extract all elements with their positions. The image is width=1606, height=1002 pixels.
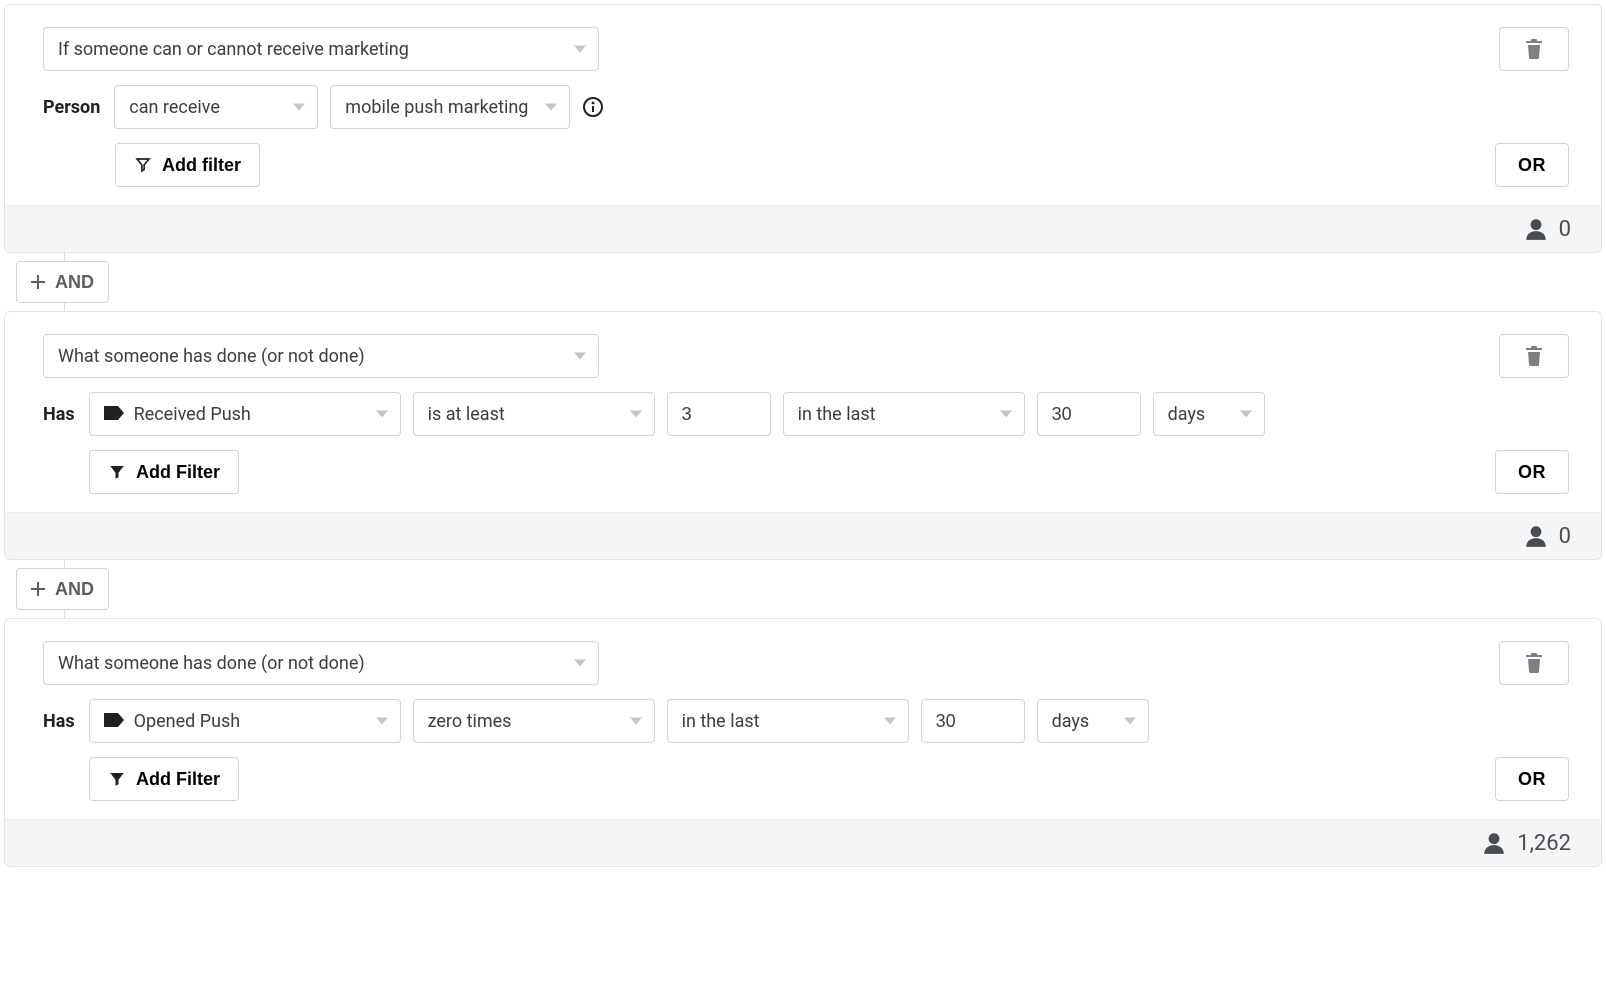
event-label: Opened Push <box>134 711 241 732</box>
segment-body: What someone has done (or not done) Has … <box>5 619 1601 819</box>
chevron-down-icon <box>376 718 388 725</box>
segment-body: What someone has done (or not done) Has … <box>5 312 1601 512</box>
plus-icon <box>31 275 45 289</box>
time-value-input[interactable] <box>921 699 1025 743</box>
and-label: AND <box>55 272 94 293</box>
channel-select[interactable]: mobile push marketing <box>330 85 570 129</box>
tag-icon <box>104 404 124 425</box>
or-label: OR <box>1518 155 1546 176</box>
person-count-icon <box>1523 216 1549 242</box>
delete-button[interactable] <box>1499 641 1569 685</box>
or-button[interactable]: OR <box>1495 143 1569 187</box>
condition-type-select[interactable]: If someone can or cannot receive marketi… <box>43 27 599 71</box>
segment-count: 0 <box>1559 217 1571 242</box>
or-button[interactable]: OR <box>1495 757 1569 801</box>
chevron-down-icon <box>293 104 305 111</box>
add-filter-label: Add Filter <box>136 769 220 790</box>
can-receive-select[interactable]: can receive <box>114 85 318 129</box>
add-filter-button[interactable]: Add filter <box>115 143 260 187</box>
segment-footer: 0 <box>5 205 1601 252</box>
time-unit-label: days <box>1168 404 1206 425</box>
chevron-down-icon <box>1240 411 1252 418</box>
chevron-down-icon <box>574 660 586 667</box>
trash-icon <box>1525 39 1543 59</box>
comparator-select[interactable]: zero times <box>413 699 655 743</box>
segment-block-3: What someone has done (or not done) Has … <box>4 618 1602 867</box>
segment-body: If someone can or cannot receive marketi… <box>5 5 1601 205</box>
tag-icon <box>104 711 124 732</box>
add-filter-button[interactable]: Add Filter <box>89 757 239 801</box>
chevron-down-icon <box>574 46 586 53</box>
or-button[interactable]: OR <box>1495 450 1569 494</box>
and-button[interactable]: AND <box>16 568 109 610</box>
has-label: Has <box>43 404 75 425</box>
condition-type-label: What someone has done (or not done) <box>58 653 365 674</box>
channel-label: mobile push marketing <box>345 97 528 118</box>
delete-button[interactable] <box>1499 334 1569 378</box>
timeframe-label: in the last <box>682 711 760 732</box>
and-connector: AND <box>4 560 1602 618</box>
time-unit-select[interactable]: days <box>1037 699 1149 743</box>
time-unit-select[interactable]: days <box>1153 392 1265 436</box>
add-filter-label: Add Filter <box>136 462 220 483</box>
filter-icon <box>108 770 126 788</box>
segment-block-2: What someone has done (or not done) Has … <box>4 311 1602 560</box>
condition-type-select[interactable]: What someone has done (or not done) <box>43 334 599 378</box>
condition-type-select[interactable]: What someone has done (or not done) <box>43 641 599 685</box>
event-select[interactable]: Opened Push <box>89 699 401 743</box>
chevron-down-icon <box>545 104 557 111</box>
chevron-down-icon <box>1124 718 1136 725</box>
delete-button[interactable] <box>1499 27 1569 71</box>
filter-icon <box>108 463 126 481</box>
segment-block-1: If someone can or cannot receive marketi… <box>4 4 1602 253</box>
chevron-down-icon <box>1000 411 1012 418</box>
trash-icon <box>1525 653 1543 673</box>
or-label: OR <box>1518 769 1546 790</box>
person-count-icon <box>1523 523 1549 549</box>
count-input[interactable] <box>667 392 771 436</box>
and-button[interactable]: AND <box>16 261 109 303</box>
chevron-down-icon <box>630 718 642 725</box>
segment-footer: 1,262 <box>5 819 1601 866</box>
time-unit-label: days <box>1052 711 1090 732</box>
info-icon[interactable] <box>582 96 604 118</box>
time-value-input[interactable] <box>1037 392 1141 436</box>
trash-icon <box>1525 346 1543 366</box>
segment-count: 0 <box>1559 524 1571 549</box>
and-connector: AND <box>4 253 1602 311</box>
event-label: Received Push <box>134 404 251 425</box>
timeframe-select[interactable]: in the last <box>783 392 1025 436</box>
timeframe-label: in the last <box>798 404 876 425</box>
filter-icon <box>134 156 152 174</box>
condition-type-label: What someone has done (or not done) <box>58 346 365 367</box>
chevron-down-icon <box>574 353 586 360</box>
add-filter-label: Add filter <box>162 155 241 176</box>
segment-count: 1,262 <box>1517 831 1571 856</box>
chevron-down-icon <box>376 411 388 418</box>
comparator-select[interactable]: is at least <box>413 392 655 436</box>
and-label: AND <box>55 579 94 600</box>
plus-icon <box>31 582 45 596</box>
or-label: OR <box>1518 462 1546 483</box>
chevron-down-icon <box>884 718 896 725</box>
segment-footer: 0 <box>5 512 1601 559</box>
comparator-label: zero times <box>428 711 512 732</box>
add-filter-button[interactable]: Add Filter <box>89 450 239 494</box>
event-select[interactable]: Received Push <box>89 392 401 436</box>
has-label: Has <box>43 711 75 732</box>
person-label: Person <box>43 97 100 118</box>
person-count-icon <box>1481 830 1507 856</box>
comparator-label: is at least <box>428 404 505 425</box>
timeframe-select[interactable]: in the last <box>667 699 909 743</box>
condition-type-label: If someone can or cannot receive marketi… <box>58 39 409 60</box>
chevron-down-icon <box>630 411 642 418</box>
can-receive-label: can receive <box>129 97 220 118</box>
